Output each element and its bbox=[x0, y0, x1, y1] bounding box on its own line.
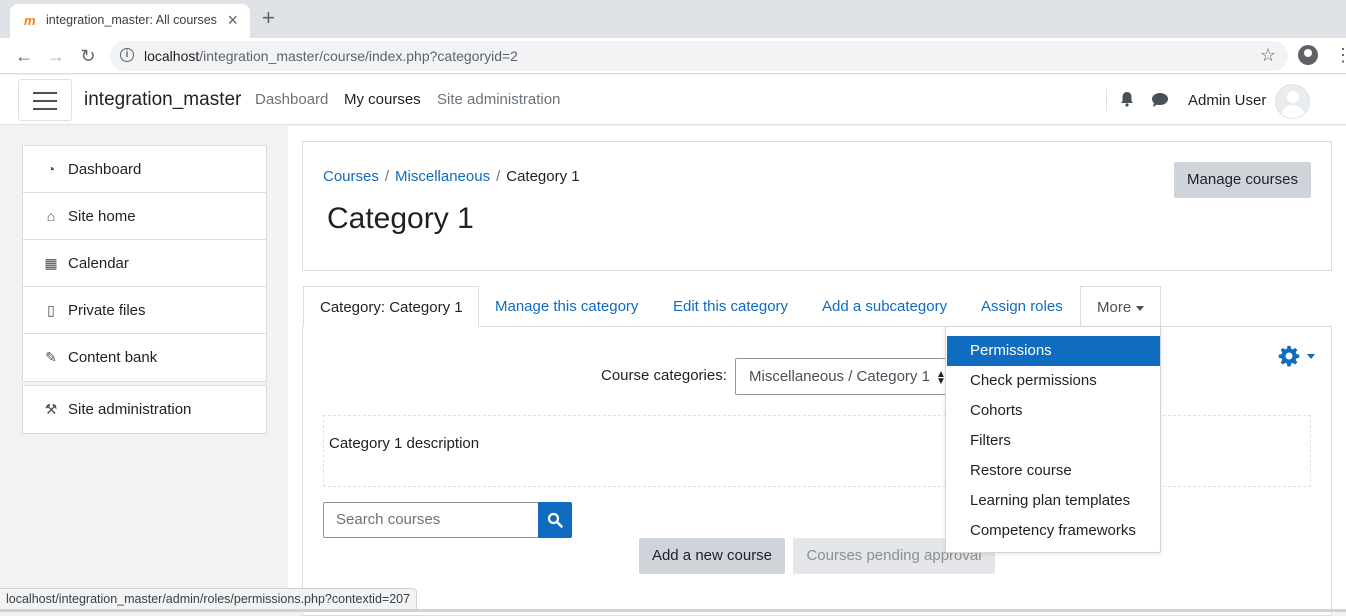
tab-edit-this-category[interactable]: Edit this category bbox=[673, 286, 788, 327]
sidebar-nav-block: ◔ Dashboard ⌂ Site home ▦ Calendar ▯ Pri… bbox=[22, 145, 267, 382]
tab-more[interactable]: More bbox=[1080, 286, 1161, 327]
moodle-favicon-icon: m bbox=[24, 13, 36, 28]
course-categories-select[interactable]: Miscellaneous / Category 1 ▲ ▼ bbox=[735, 358, 947, 395]
gear-caret-icon[interactable] bbox=[1307, 354, 1315, 359]
breadcrumb-separator: / bbox=[496, 168, 501, 185]
avatar-head bbox=[1287, 91, 1299, 103]
browser-tab-strip: m integration_master: All courses × + bbox=[0, 0, 1346, 38]
nav-dashboard-link[interactable]: Dashboard bbox=[255, 91, 328, 108]
nav-site-administration-link[interactable]: Site administration bbox=[437, 91, 560, 108]
menu-item-learning-plan-templates[interactable]: Learning plan templates bbox=[947, 486, 1160, 516]
tab-manage-this-category[interactable]: Manage this category bbox=[495, 286, 638, 327]
hamburger-line bbox=[33, 108, 57, 110]
page-title: Category 1 bbox=[327, 202, 474, 235]
tab-category[interactable]: Category: Category 1 bbox=[303, 286, 479, 327]
menu-item-cohorts[interactable]: Cohorts bbox=[947, 396, 1160, 426]
search-icon bbox=[547, 512, 563, 528]
close-tab-icon[interactable]: × bbox=[227, 11, 238, 29]
site-name-link[interactable]: integration_master bbox=[84, 89, 241, 111]
sidebar-item-label: Site home bbox=[68, 208, 136, 225]
user-menu-name[interactable]: Admin User bbox=[1188, 92, 1266, 109]
home-icon: ⌂ bbox=[46, 208, 56, 224]
new-tab-icon[interactable]: + bbox=[262, 7, 275, 29]
sidebar-item-label: Content bank bbox=[68, 349, 158, 366]
nav-my-courses-link[interactable]: My courses bbox=[344, 91, 421, 108]
sidebar-item-calendar[interactable]: ▦ Calendar bbox=[23, 240, 266, 287]
breadcrumb-current: Category 1 bbox=[506, 168, 580, 185]
address-url: localhost/integration_master/course/inde… bbox=[144, 48, 518, 64]
sidebar-item-private-files[interactable]: ▯ Private files bbox=[23, 287, 266, 334]
avatar-body bbox=[1281, 105, 1305, 118]
category-description-text: Category 1 description bbox=[329, 435, 480, 452]
navbar-divider bbox=[1106, 89, 1107, 111]
menu-item-restore-course[interactable]: Restore course bbox=[947, 456, 1160, 486]
user-avatar[interactable] bbox=[1275, 84, 1310, 119]
site-info-icon[interactable]: i bbox=[120, 48, 134, 62]
sidebar-item-label: Dashboard bbox=[68, 161, 142, 178]
page-header: Courses / Miscellaneous / Category 1 Categor… bbox=[302, 141, 1332, 271]
sidebar-item-site-home[interactable]: ⌂ Site home bbox=[23, 193, 266, 240]
calendar-icon: ▦ bbox=[44, 255, 58, 271]
category-description: Category 1 description bbox=[323, 415, 1311, 487]
course-categories-label: Course categories: bbox=[601, 367, 727, 384]
caret-down-icon bbox=[1136, 305, 1145, 311]
drawer-toggle-button[interactable] bbox=[18, 79, 72, 121]
menu-item-permissions[interactable]: Permissions bbox=[947, 336, 1160, 366]
manage-courses-button[interactable]: Manage courses bbox=[1174, 162, 1311, 198]
menu-item-competency-frameworks[interactable]: Competency frameworks bbox=[947, 516, 1160, 546]
browser-menu-icon[interactable]: ⋮ bbox=[1334, 46, 1346, 64]
search-button[interactable] bbox=[538, 502, 572, 538]
messages-chat-icon[interactable] bbox=[1151, 92, 1169, 108]
tab-add-subcategory[interactable]: Add a subcategory bbox=[822, 286, 947, 327]
sidebar-item-label: Calendar bbox=[68, 255, 129, 272]
browser-profile-icon[interactable] bbox=[1298, 45, 1318, 65]
hamburger-line bbox=[33, 100, 57, 102]
bookmark-star-icon[interactable]: ☆ bbox=[1260, 45, 1276, 66]
breadcrumb-miscellaneous-link[interactable]: Miscellaneous bbox=[395, 168, 490, 185]
sidebar-item-label: Private files bbox=[68, 302, 146, 319]
dashboard-icon: ◔ bbox=[46, 161, 56, 177]
sidebar-item-label: Site administration bbox=[68, 401, 192, 418]
breadcrumb-separator: / bbox=[384, 168, 390, 185]
browser-tab[interactable]: m integration_master: All courses × bbox=[10, 4, 250, 38]
menu-item-filters[interactable]: Filters bbox=[947, 426, 1160, 456]
course-categories-selected: Miscellaneous / Category 1 bbox=[749, 368, 930, 385]
browser-tab-title: integration_master: All courses bbox=[46, 13, 217, 27]
wrench-icon: ⚒ bbox=[44, 401, 58, 417]
hamburger-line bbox=[33, 92, 57, 94]
browser-status-url: localhost/integration_master/admin/roles… bbox=[0, 588, 418, 610]
sidebar-item-site-administration[interactable]: ⚒ Site administration bbox=[23, 386, 266, 433]
file-icon: ▯ bbox=[47, 302, 55, 318]
sidebar-item-content-bank[interactable]: ✎ Content bank bbox=[23, 334, 266, 381]
brush-icon: ✎ bbox=[45, 349, 57, 365]
tab-assign-roles[interactable]: Assign roles bbox=[981, 286, 1063, 327]
url-path: /integration_master/course/index.php?cat… bbox=[199, 48, 518, 64]
search-courses-input[interactable]: Search courses bbox=[323, 502, 539, 538]
breadcrumb-courses-link[interactable]: Courses bbox=[323, 168, 379, 185]
sidebar-admin-block: ⚒ Site administration bbox=[22, 385, 267, 434]
notifications-bell-icon[interactable] bbox=[1119, 91, 1135, 107]
site-navbar: integration_master Dashboard My courses … bbox=[0, 75, 1346, 125]
browser-toolbar: ← → ↻ i localhost/integration_master/cou… bbox=[0, 38, 1346, 74]
back-icon[interactable]: ← bbox=[14, 46, 34, 66]
breadcrumb: Courses / Miscellaneous / Category 1 bbox=[323, 168, 580, 185]
url-host: localhost bbox=[144, 48, 200, 64]
sidebar-item-dashboard[interactable]: ◔ Dashboard bbox=[23, 146, 266, 193]
menu-item-check-permissions[interactable]: Check permissions bbox=[947, 366, 1160, 396]
reload-icon[interactable]: ↻ bbox=[78, 46, 98, 66]
add-new-course-button[interactable]: Add a new course bbox=[639, 538, 785, 574]
address-bar[interactable]: i localhost/integration_master/course/in… bbox=[110, 41, 1288, 71]
more-dropdown-menu: Permissions Check permissions Cohorts Fi… bbox=[945, 326, 1161, 553]
forward-icon[interactable]: → bbox=[46, 46, 66, 66]
tab-more-label: More bbox=[1097, 299, 1132, 316]
gear-icon[interactable] bbox=[1278, 345, 1300, 367]
